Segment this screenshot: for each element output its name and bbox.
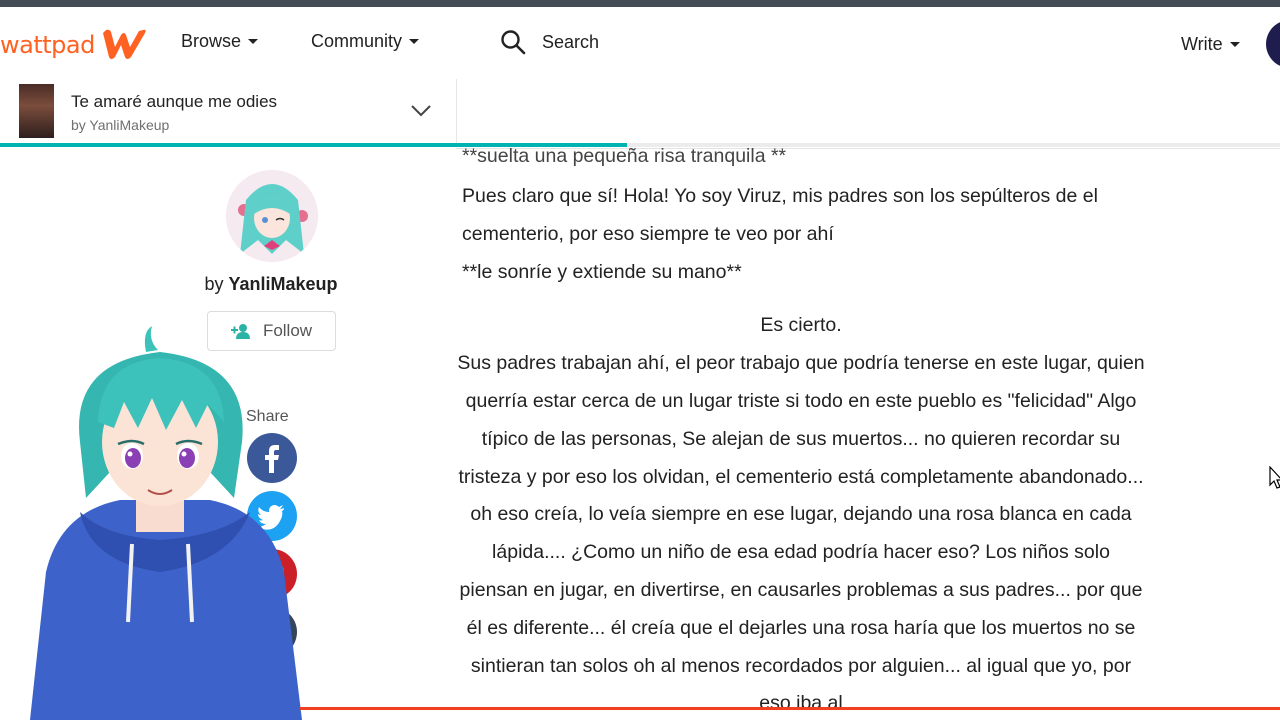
- wattpad-logo[interactable]: wattpad: [0, 27, 149, 63]
- browse-menu[interactable]: Browse: [181, 31, 259, 52]
- story-author-byline: by YanliMakeup: [71, 117, 170, 133]
- browse-label: Browse: [181, 31, 242, 51]
- logo-wordmark: wattpad: [0, 31, 95, 59]
- author-by: by: [204, 274, 224, 294]
- toolbar-divider: [456, 79, 457, 147]
- top-window-strip: [0, 0, 1280, 7]
- search-icon: [501, 30, 526, 55]
- story-toolbar: Te amaré aunque me odies by YanliMakeup: [0, 79, 1280, 147]
- community-menu[interactable]: Community: [311, 31, 420, 52]
- write-label: Write: [1181, 34, 1223, 54]
- story-paragraph: **le sonríe y extiende su mano**: [462, 260, 742, 283]
- story-paragraph: Es cierto.: [760, 314, 842, 337]
- partial-paragraph: **suelta una pequeña risa tranquila **: [462, 145, 787, 167]
- mouse-cursor-icon: [1269, 466, 1280, 489]
- author-name[interactable]: YanliMakeup: [228, 274, 337, 294]
- story-title[interactable]: Te amaré aunque me odies: [71, 92, 277, 112]
- story-chapter-text: **suelta una pequeña risa tranquila ** P…: [456, 142, 1146, 720]
- community-label: Community: [311, 31, 403, 51]
- story-cover-thumbnail[interactable]: [19, 84, 54, 138]
- chevron-down-icon[interactable]: [410, 104, 432, 118]
- write-menu[interactable]: Write: [1181, 34, 1240, 55]
- story-paragraph: Pues claro que sí! Hola! Yo soy Viruz, m…: [462, 185, 1098, 245]
- chevron-down-icon: [248, 39, 259, 44]
- site-header: wattpad Browse Community Search Write: [0, 7, 1280, 79]
- chevron-down-icon: [1229, 42, 1240, 47]
- search-field[interactable]: Search: [500, 29, 599, 55]
- user-avatar[interactable]: [1266, 20, 1280, 68]
- author-avatar-image: [226, 170, 318, 262]
- vtuber-avatar-overlay: [30, 326, 302, 720]
- bottom-accent-line: [300, 707, 1280, 710]
- story-paragraph: Sus padres trabajan ahí, el peor trabajo…: [457, 352, 1145, 715]
- author-avatar[interactable]: [226, 170, 318, 262]
- search-placeholder: Search: [542, 31, 600, 52]
- chevron-down-icon: [409, 39, 420, 44]
- wattpad-w-icon: [102, 29, 146, 59]
